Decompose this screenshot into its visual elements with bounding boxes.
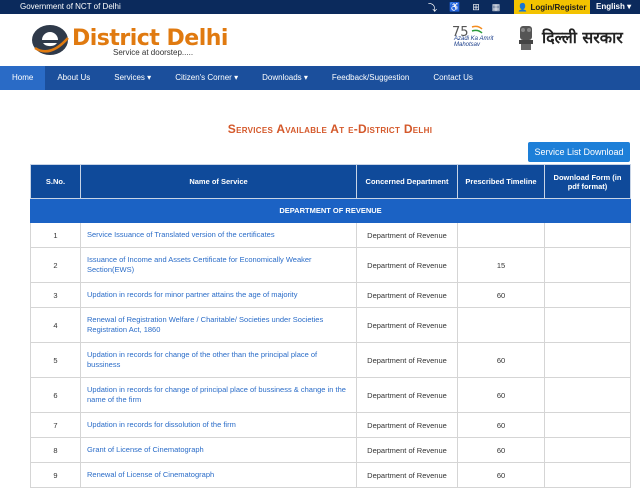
- row-sno: 8: [30, 437, 81, 463]
- nav-services[interactable]: Services ▾: [102, 66, 163, 90]
- service-link[interactable]: Renewal of Registration Welfare / Charit…: [80, 307, 357, 343]
- accessibility-icons: ⤵ ♿ ⊞ ▦: [428, 0, 500, 14]
- row-download-form: [544, 222, 631, 248]
- skip-to-content-icon[interactable]: ⤵: [428, 1, 437, 14]
- color-theme-icon[interactable]: ▦: [492, 2, 501, 13]
- row-download-form: [544, 412, 631, 438]
- chevron-down-icon: ▾: [147, 73, 152, 82]
- login-register-button[interactable]: 👤 Login/Register: [514, 0, 590, 14]
- row-sno: 7: [30, 412, 81, 438]
- header-department: Concerned Department: [356, 164, 458, 199]
- row-download-form: [544, 247, 631, 283]
- row-download-form: [544, 307, 631, 343]
- top-bar: Government of NCT of Delhi ⤵ ♿ ⊞ ▦ 👤 Log…: [0, 0, 640, 14]
- row-sno: 6: [30, 377, 81, 413]
- azadi-label: Azadi Ka Amrit Mahotsav: [454, 36, 494, 48]
- service-list-download-button[interactable]: Service List Download: [528, 142, 630, 162]
- services-table: S.No. Name of Service Concerned Departme…: [30, 164, 631, 488]
- service-link[interactable]: Grant of License of Cinematograph: [80, 437, 357, 463]
- row-sno: 5: [30, 342, 81, 378]
- main-navigation: Home About Us Services ▾ Citizen's Corne…: [0, 66, 640, 90]
- table-row: 2 Issuance of Income and Assets Certific…: [30, 247, 631, 283]
- ashoka-emblem-icon: [519, 26, 533, 50]
- row-department: Department of Revenue: [356, 462, 458, 488]
- table-row: 7 Updation in records for dissolution of…: [30, 412, 631, 438]
- row-department: Department of Revenue: [356, 247, 458, 283]
- row-timeline: [457, 222, 545, 248]
- header-sno: S.No.: [30, 164, 81, 199]
- page-title: Services Available At e-District Delhi: [227, 122, 433, 136]
- row-department: Department of Revenue: [356, 412, 458, 438]
- delhi-sarkar-label: दिल्ली सरकार: [542, 28, 623, 47]
- row-timeline: 60: [457, 462, 545, 488]
- service-link[interactable]: Updation in records for change of the ot…: [80, 342, 357, 378]
- row-sno: 4: [30, 307, 81, 343]
- table-row: 8 Grant of License of Cinematograph Depa…: [30, 437, 631, 463]
- table-header-row: S.No. Name of Service Concerned Departme…: [30, 164, 631, 199]
- department-section-label: DEPARTMENT OF REVENUE: [30, 198, 631, 223]
- service-link[interactable]: Renewal of License of Cinematograph: [80, 462, 357, 488]
- nav-downloads[interactable]: Downloads ▾: [250, 66, 320, 90]
- site-tagline: Service at doorstep.....: [113, 48, 194, 57]
- azadi-ka-amrit-mahotsav-logo: 75 Azadi Ka Amrit Mahotsav: [450, 24, 500, 58]
- row-download-form: [544, 437, 631, 463]
- service-link[interactable]: Issuance of Income and Assets Certificat…: [80, 247, 357, 283]
- row-sno: 9: [30, 462, 81, 488]
- row-timeline: 60: [457, 377, 545, 413]
- nav-contact-us[interactable]: Contact Us: [421, 66, 485, 90]
- header-timeline: Prescribed Timeline: [457, 164, 545, 199]
- service-link[interactable]: Updation in records for change of princi…: [80, 377, 357, 413]
- row-download-form: [544, 462, 631, 488]
- header-download-form: Download Form (in pdf format): [544, 164, 631, 199]
- row-timeline: 60: [457, 412, 545, 438]
- table-row: 3 Updation in records for minor partner …: [30, 282, 631, 308]
- row-sno: 1: [30, 222, 81, 248]
- nav-about-us[interactable]: About Us: [45, 66, 102, 90]
- chevron-down-icon: ▾: [303, 73, 308, 82]
- row-department: Department of Revenue: [356, 307, 458, 343]
- table-row: 6 Updation in records for change of prin…: [30, 377, 631, 413]
- row-timeline: 15: [457, 247, 545, 283]
- nav-home[interactable]: Home: [0, 66, 46, 90]
- login-label: Login/Register: [530, 2, 587, 12]
- row-timeline: 60: [457, 282, 545, 308]
- row-timeline: 60: [457, 437, 545, 463]
- accessibility-icon[interactable]: ♿: [449, 2, 460, 13]
- row-timeline: [457, 307, 545, 343]
- government-label: Government of NCT of Delhi: [20, 2, 121, 11]
- row-department: Department of Revenue: [356, 377, 458, 413]
- table-row: 9 Renewal of License of Cinematograph De…: [30, 462, 631, 488]
- table-row: 4 Renewal of Registration Welfare / Char…: [30, 307, 631, 343]
- service-link[interactable]: Updation in records for dissolution of t…: [80, 412, 357, 438]
- row-department: Department of Revenue: [356, 437, 458, 463]
- sitemap-icon[interactable]: ⊞: [472, 2, 480, 13]
- row-department: Department of Revenue: [356, 282, 458, 308]
- table-row: 5 Updation in records for change of the …: [30, 342, 631, 378]
- row-download-form: [544, 342, 631, 378]
- row-sno: 2: [30, 247, 81, 283]
- row-sno: 3: [30, 282, 81, 308]
- row-department: Department of Revenue: [356, 342, 458, 378]
- chevron-down-icon: ▾: [234, 73, 239, 82]
- nav-citizens-corner[interactable]: Citizen's Corner ▾: [163, 66, 250, 90]
- header-service-name: Name of Service: [80, 164, 357, 199]
- nav-feedback[interactable]: Feedback/Suggestion: [320, 66, 421, 90]
- row-download-form: [544, 282, 631, 308]
- row-timeline: 60: [457, 342, 545, 378]
- row-department: Department of Revenue: [356, 222, 458, 248]
- row-download-form: [544, 377, 631, 413]
- site-header: District Delhi Service at doorstep..... …: [0, 14, 640, 66]
- service-link[interactable]: Updation in records for minor partner at…: [80, 282, 357, 308]
- user-icon: 👤: [517, 2, 528, 12]
- table-row: 1 Service Issuance of Translated version…: [30, 222, 631, 248]
- service-link[interactable]: Service Issuance of Translated version o…: [80, 222, 357, 248]
- language-selector[interactable]: English ▾: [596, 0, 631, 14]
- edistrict-logo-icon[interactable]: [30, 22, 70, 58]
- department-section-row: DEPARTMENT OF REVENUE: [30, 198, 631, 223]
